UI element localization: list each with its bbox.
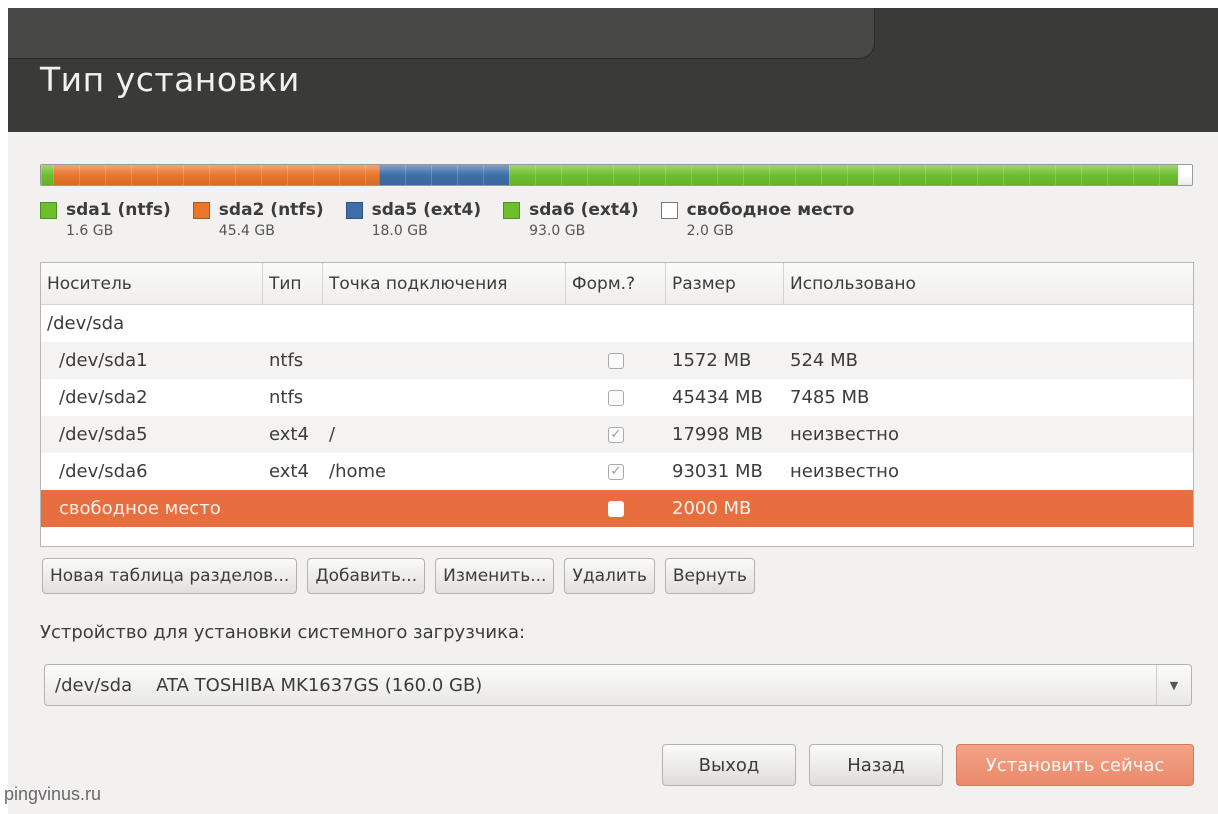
legend-item: sda2 (ntfs) 45.4 GB (192, 200, 324, 239)
device-cell: свободное место (59, 498, 221, 519)
disk-bar-segment-sda1 (41, 165, 53, 185)
format-cell: ✓ (566, 463, 666, 480)
format-cell: ✓ (566, 426, 666, 443)
header-tab-shape (8, 8, 875, 59)
legend-swatch (40, 201, 57, 219)
column-header-device[interactable]: Носитель (41, 263, 263, 304)
format-checkbox[interactable] (608, 352, 624, 369)
legend-size: 18.0 GB (371, 223, 428, 239)
bootloader-device-model: ATA TOSHIBA MK1637GS (160.0 GB) (156, 674, 483, 696)
legend-size: 93.0 GB (529, 223, 586, 239)
used-cell: 524 MB (790, 350, 858, 371)
type-cell: ntfs (269, 387, 304, 408)
window-header: Тип установки (8, 8, 1218, 132)
legend-size: 45.4 GB (218, 223, 275, 239)
bootloader-device-select[interactable]: /dev/sda ATA TOSHIBA MK1637GS (160.0 GB)… (44, 664, 1192, 706)
size-cell: 93031 MB (672, 461, 763, 482)
legend-swatch (192, 201, 210, 219)
table-header: Носитель Тип Точка подключения Форм.? Ра… (41, 263, 1193, 305)
type-cell: ntfs (269, 350, 304, 371)
device-cell: /dev/sda5 (59, 424, 148, 445)
column-header-format[interactable]: Форм.? (566, 263, 666, 304)
column-header-mount[interactable]: Точка подключения (323, 263, 566, 304)
table-row[interactable]: /dev/sda1 ntfs 1572 MB 524 MB (41, 342, 1193, 379)
legend-item: sda5 (ext4) 18.0 GB (345, 200, 482, 239)
legend-swatch (660, 201, 678, 219)
page-title: Тип установки (40, 60, 300, 99)
table-row[interactable]: /dev/sda2 ntfs 45434 MB 7485 MB (41, 379, 1193, 416)
disk-bar-segment-sda2 (52, 165, 380, 185)
bootloader-device: /dev/sda (55, 674, 133, 696)
table-row[interactable]: свободное место 2000 MB (41, 490, 1193, 527)
column-header-used[interactable]: Использовано (784, 263, 1193, 304)
size-cell: 2000 MB (672, 498, 752, 519)
mount-cell: /home (329, 461, 387, 482)
disk-usage-bar (40, 164, 1193, 186)
format-checkbox[interactable] (608, 500, 624, 517)
legend-swatch (503, 201, 521, 219)
device-cell: /dev/sda6 (59, 461, 148, 482)
type-cell: ext4 (269, 461, 309, 482)
used-cell: неизвестно (790, 424, 899, 445)
legend-name: свободное место (686, 200, 855, 220)
back-button[interactable]: Назад (809, 744, 943, 786)
bootloader-label: Устройство для установки системного загр… (40, 622, 526, 643)
legend-item: sda1 (ntfs) 1.6 GB (40, 200, 171, 239)
partition-legend: sda1 (ntfs) 1.6 GB sda2 (ntfs) 45.4 GB sda5 … (40, 200, 876, 239)
disk-bar-segment-sda5 (379, 165, 509, 185)
dropdown-arrow-icon[interactable]: ▼ (1156, 665, 1191, 705)
legend-item: свободное место 2.0 GB (660, 200, 855, 239)
partition-buttons: Новая таблица разделов... Добавить... Из… (42, 558, 765, 594)
quit-button[interactable]: Выход (662, 744, 796, 786)
disk-bar-segment-sda6 (508, 165, 1178, 185)
format-checkbox[interactable] (608, 389, 624, 406)
format-cell (566, 389, 666, 406)
legend-item: sda6 (ext4) 93.0 GB (503, 200, 639, 239)
legend-name: sda5 (ext4) (371, 200, 482, 220)
used-cell: неизвестно (790, 461, 899, 482)
size-cell: 45434 MB (672, 387, 763, 408)
format-cell (566, 352, 666, 369)
install-now-button[interactable]: Установить сейчас (956, 744, 1194, 786)
watermark: pingvinus.ru (4, 784, 102, 804)
disk-bar-segment-free (1177, 165, 1192, 185)
table-row-disk[interactable]: /dev/sda (41, 305, 1193, 342)
type-cell: ext4 (269, 424, 309, 445)
legend-size: 1.6 GB (66, 223, 114, 239)
legend-name: sda2 (ntfs) (218, 200, 324, 220)
legend-swatch (345, 201, 363, 219)
table-row[interactable]: /dev/sda6 ext4/home ✓ 93031 MB неизвестно (41, 453, 1193, 490)
size-cell: 1572 MB (672, 350, 752, 371)
revert-button[interactable]: Вернуть (664, 558, 755, 594)
column-header-type[interactable]: Тип (263, 263, 323, 304)
legend-size: 2.0 GB (686, 223, 734, 239)
device-cell: /dev/sda1 (59, 350, 148, 371)
format-cell (566, 500, 666, 517)
new-partition-table-button[interactable]: Новая таблица разделов... (42, 558, 298, 594)
table-row[interactable]: /dev/sda5 ext4 / ✓ 17998 MB неизвестно (41, 416, 1193, 453)
used-cell: 7485 MB (790, 387, 870, 408)
device-cell: /dev/sda (47, 313, 125, 334)
partition-table: Носитель Тип Точка подключения Форм.? Ра… (40, 262, 1194, 547)
size-cell: 17998 MB (672, 424, 763, 445)
mount-cell: / (329, 424, 336, 445)
legend-name: sda1 (ntfs) (66, 200, 171, 220)
add-partition-button[interactable]: Добавить... (307, 558, 426, 594)
format-checkbox[interactable]: ✓ (608, 426, 624, 443)
change-partition-button[interactable]: Изменить... (435, 558, 555, 594)
format-checkbox[interactable]: ✓ (608, 463, 624, 480)
legend-name: sda6 (ext4) (529, 200, 639, 220)
delete-partition-button[interactable]: Удалить (564, 558, 655, 594)
device-cell: /dev/sda2 (59, 387, 148, 408)
column-header-size[interactable]: Размер (666, 263, 784, 304)
